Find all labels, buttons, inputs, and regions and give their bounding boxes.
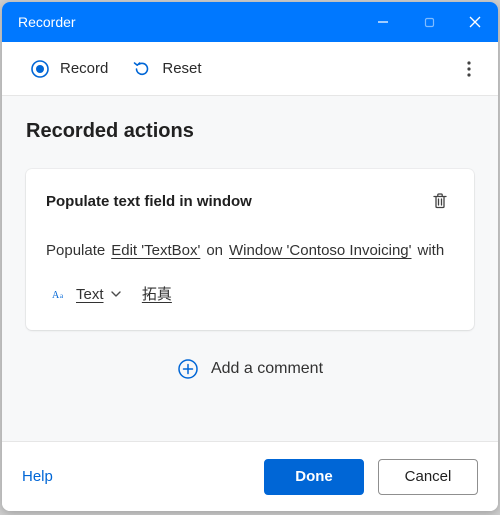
plus-circle-icon <box>177 358 199 380</box>
action-suffix: with <box>418 235 445 267</box>
content-area: Recorded actions Populate text field in … <box>2 96 498 441</box>
card-header: Populate text field in window <box>46 187 454 215</box>
chevron-down-icon <box>110 288 122 300</box>
value-type-label: Text <box>76 279 104 311</box>
maximize-icon <box>424 17 435 28</box>
more-options-button[interactable] <box>452 52 486 86</box>
help-link[interactable]: Help <box>22 468 53 485</box>
more-vertical-icon <box>467 61 471 77</box>
action-verb: Populate <box>46 235 105 267</box>
reset-button[interactable]: Reset <box>120 53 213 85</box>
add-comment-button[interactable]: Add a comment <box>26 358 474 380</box>
record-label: Record <box>60 60 108 77</box>
delete-action-button[interactable] <box>426 187 454 215</box>
record-icon <box>30 59 50 79</box>
reset-icon <box>132 59 152 79</box>
reset-label: Reset <box>162 60 201 77</box>
done-button[interactable]: Done <box>264 459 364 495</box>
action-target-element[interactable]: Edit 'TextBox' <box>111 235 200 267</box>
footer: Help Done Cancel <box>2 441 498 511</box>
action-target-window[interactable]: Window 'Contoso Invoicing' <box>229 235 411 267</box>
add-comment-label: Add a comment <box>211 360 323 378</box>
action-preposition: on <box>206 235 223 267</box>
close-button[interactable] <box>452 2 498 42</box>
card-title: Populate text field in window <box>46 193 252 210</box>
title-bar: Recorder <box>2 2 498 42</box>
close-icon <box>469 16 481 28</box>
action-value[interactable]: 拓真 <box>142 279 172 311</box>
svg-text:a: a <box>60 292 64 300</box>
svg-text:A: A <box>52 290 60 301</box>
trash-icon <box>431 192 449 210</box>
toolbar: Record Reset <box>2 42 498 96</box>
text-type-icon: A a <box>52 285 70 303</box>
record-button[interactable]: Record <box>18 53 120 85</box>
maximize-button[interactable] <box>406 2 452 42</box>
section-heading: Recorded actions <box>26 120 474 143</box>
minimize-button[interactable] <box>360 2 406 42</box>
action-card[interactable]: Populate text field in window Populate E… <box>26 169 474 330</box>
cancel-button[interactable]: Cancel <box>378 459 478 495</box>
window-title: Recorder <box>18 14 360 30</box>
recorder-window: Recorder Record Reset <box>2 2 498 511</box>
card-body: Populate Edit 'TextBox' on Window 'Conto… <box>46 235 454 310</box>
window-controls <box>360 2 498 42</box>
value-type-selector[interactable]: A a Text <box>52 279 122 311</box>
minimize-icon <box>377 16 389 28</box>
